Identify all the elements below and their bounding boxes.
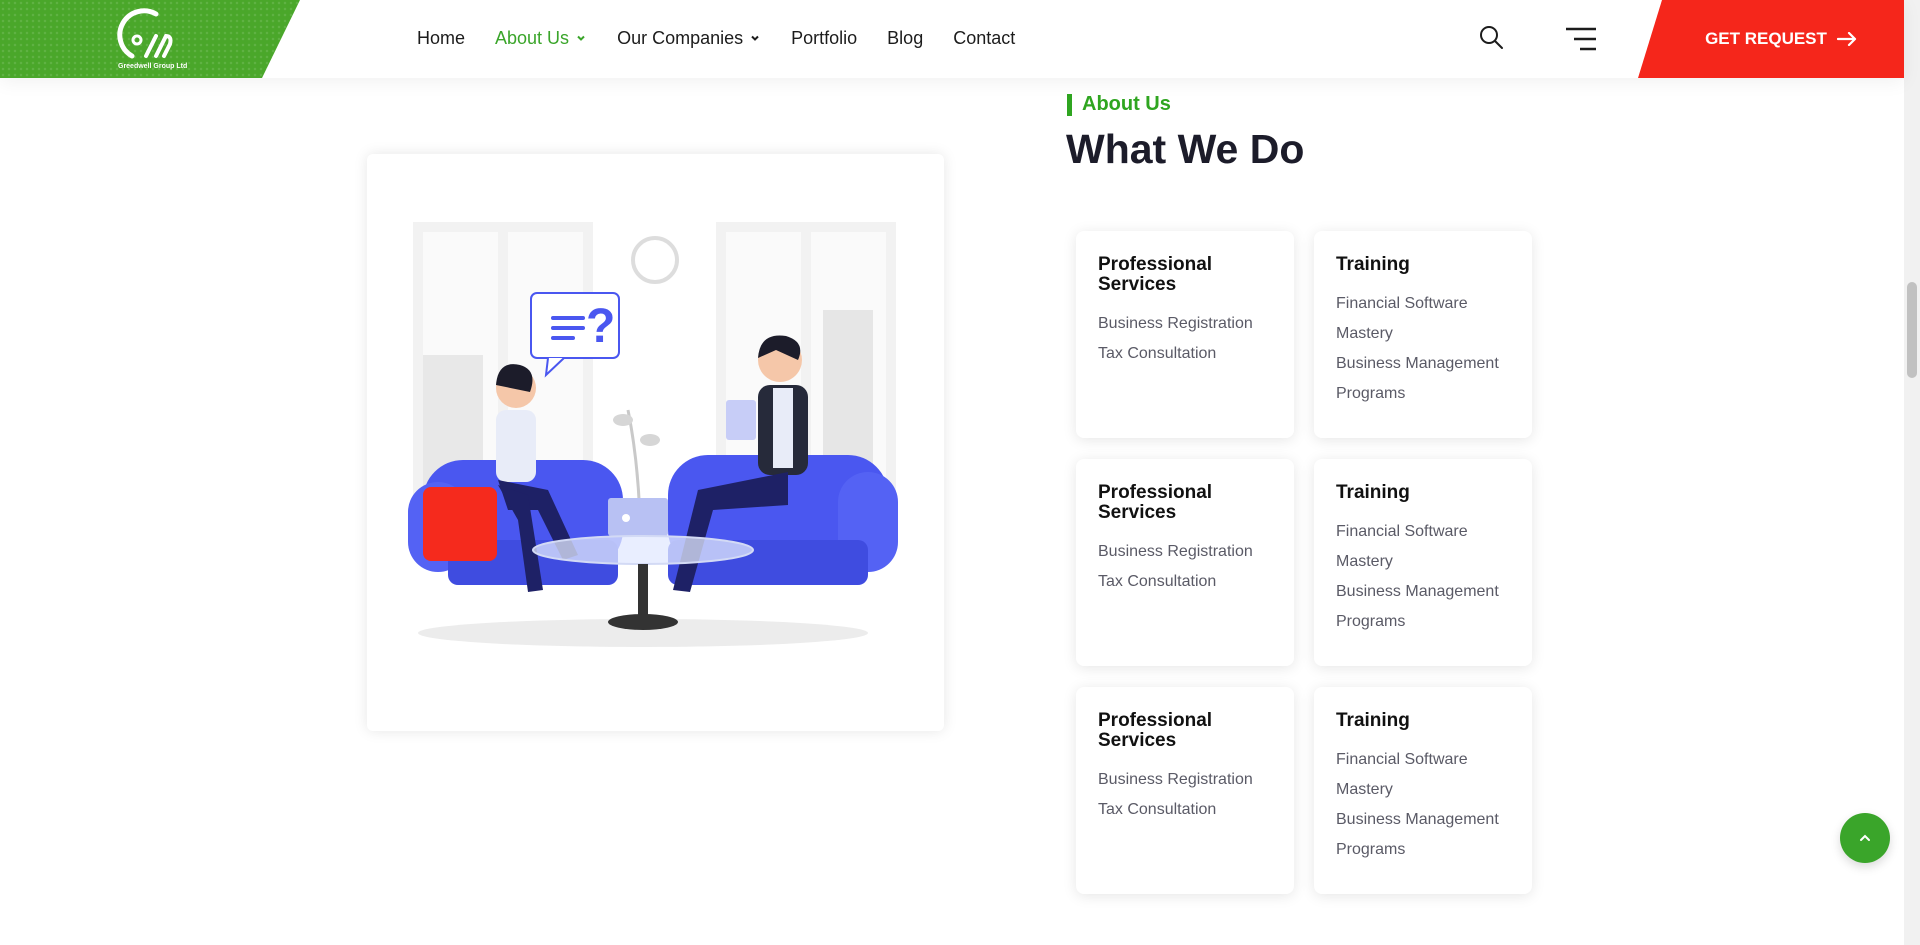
- card-item: Financial Software Mastery: [1336, 295, 1468, 342]
- card-title: Training: [1336, 254, 1410, 275]
- service-card: Training Financial Software Mastery Busi…: [1314, 687, 1532, 894]
- nav-portfolio[interactable]: Portfolio: [791, 28, 857, 49]
- logo-tagline: Greedwell Group Ltd: [118, 63, 188, 70]
- service-card: Professional Services Business Registrat…: [1076, 687, 1294, 894]
- decorative-red-square: [423, 487, 497, 561]
- menu-icon[interactable]: [1566, 26, 1596, 52]
- nav-label: Our Companies: [617, 27, 744, 48]
- meeting-illustration: ?: [408, 222, 898, 647]
- eyebrow-label: About Us: [1082, 93, 1171, 115]
- nav-label: About Us: [495, 27, 570, 48]
- chevron-down-icon: [577, 35, 585, 41]
- get-request-label: GET REQUEST: [1705, 29, 1827, 48]
- service-card: Training Financial Software Mastery Busi…: [1314, 459, 1532, 666]
- service-card: Professional Services Business Registrat…: [1076, 231, 1294, 438]
- card-title: Training: [1336, 710, 1410, 731]
- card-item: Business Management Programs: [1336, 583, 1499, 630]
- main-nav: Home About Us Our Companies Portfolio Bl…: [417, 0, 1045, 76]
- service-card: Training Financial Software Mastery Busi…: [1314, 231, 1532, 438]
- card-item: Business Registration: [1098, 771, 1253, 788]
- eyebrow-bar: [1067, 93, 1072, 116]
- section-title: What We Do: [1066, 126, 1305, 172]
- card-item: Tax Consultation: [1098, 573, 1217, 590]
- card-item: Financial Software Mastery: [1336, 523, 1468, 570]
- vertical-scrollbar[interactable]: [1904, 0, 1920, 945]
- nav-label: Home: [417, 27, 466, 48]
- scrollbar-thumb[interactable]: [1907, 282, 1917, 378]
- card-title: Professional Services: [1098, 254, 1213, 295]
- nav-our-companies[interactable]: Our Companies: [617, 28, 761, 49]
- card-item: Business Management Programs: [1336, 355, 1499, 402]
- card-item: Business Registration: [1098, 543, 1253, 560]
- service-card: Professional Services Business Registrat…: [1076, 459, 1294, 666]
- svg-text:?: ?: [586, 300, 615, 353]
- card-title: Professional Services: [1098, 710, 1213, 751]
- nav-label: Contact: [953, 27, 1016, 48]
- nav-contact[interactable]: Contact: [953, 28, 1015, 49]
- chevron-up-icon: [1860, 834, 1870, 841]
- card-title: Training: [1336, 482, 1410, 503]
- card-title: Professional Services: [1098, 482, 1213, 523]
- card-item: Business Registration: [1098, 315, 1253, 332]
- nav-label: Blog: [887, 27, 924, 48]
- card-item: Tax Consultation: [1098, 801, 1217, 818]
- site-header: Greedwell Group Ltd Home About Us Our Co…: [0, 0, 1904, 78]
- logo-block[interactable]: Greedwell Group Ltd: [0, 0, 300, 78]
- section-eyebrow: About Us: [1067, 93, 1171, 116]
- arrow-right-icon: [1836, 32, 1857, 46]
- back-to-top-button[interactable]: [1840, 813, 1890, 863]
- nav-label: Portfolio: [791, 27, 858, 48]
- search-icon[interactable]: [1478, 24, 1504, 50]
- nav-about-us[interactable]: About Us: [495, 28, 587, 49]
- card-item: Tax Consultation: [1098, 345, 1217, 362]
- nav-blog[interactable]: Blog: [887, 28, 923, 49]
- card-item: Business Management Programs: [1336, 811, 1499, 858]
- nav-home[interactable]: Home: [417, 28, 465, 49]
- card-item: Financial Software Mastery: [1336, 751, 1468, 798]
- get-request-button[interactable]: GET REQUEST: [1638, 0, 1904, 78]
- chevron-down-icon: [751, 35, 759, 41]
